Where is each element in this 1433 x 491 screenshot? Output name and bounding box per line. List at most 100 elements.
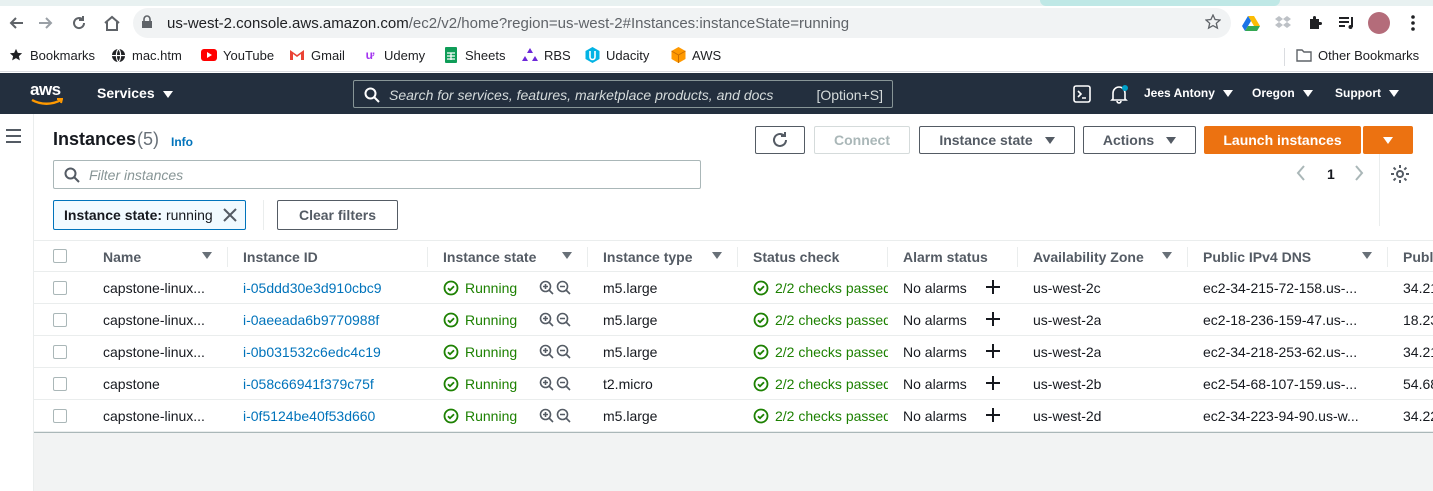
- cell-instance-id-link[interactable]: i-0aeeada6b9770988f: [243, 312, 418, 328]
- cell-instance-id-link[interactable]: i-058c66941f379c75f: [243, 376, 418, 392]
- column-header-instance-state[interactable]: Instance state: [443, 249, 536, 265]
- menu-kebab-icon[interactable]: [1403, 13, 1423, 33]
- select-all-checkbox[interactable]: [53, 249, 67, 263]
- home-icon[interactable]: [100, 11, 124, 35]
- udemy-icon: ư: [365, 48, 375, 62]
- current-page[interactable]: 1: [1327, 166, 1335, 182]
- row-checkbox[interactable]: [53, 377, 67, 391]
- bookmark-sheets[interactable]: Sheets: [443, 47, 505, 63]
- bookmarks-bar: Bookmarks mac.htm YouTube Gmail ư Udemy …: [0, 40, 1433, 72]
- bookmark-udemy[interactable]: ư Udemy: [362, 47, 426, 63]
- instance-state-dropdown[interactable]: Instance state: [919, 126, 1075, 154]
- support-menu[interactable]: Support: [1335, 86, 1399, 100]
- bookmark-bookmarks[interactable]: Bookmarks: [8, 47, 95, 63]
- account-menu[interactable]: Jees Antony: [1144, 86, 1233, 100]
- column-header-name[interactable]: Name: [103, 249, 141, 265]
- row-checkbox[interactable]: [53, 281, 67, 295]
- sort-icon[interactable]: [712, 252, 722, 259]
- cell-public-dns: ec2-54-68-107-159.us-...: [1203, 376, 1358, 392]
- sort-icon[interactable]: [1162, 252, 1172, 259]
- chevron-down-icon: [1166, 136, 1177, 144]
- cell-instance-id-link[interactable]: i-0b031532c6edc4c19: [243, 344, 418, 360]
- column-header-instance-type[interactable]: Instance type: [603, 249, 692, 265]
- launch-instances-button[interactable]: Launch instances: [1204, 126, 1361, 154]
- table-row[interactable]: capstone-linux... i-0f5124be40f53d660 Runn…: [34, 400, 1433, 432]
- cell-instance-id-link[interactable]: i-0f5124be40f53d660: [243, 408, 418, 424]
- column-header-alarm-status[interactable]: Alarm status: [903, 249, 988, 265]
- hamburger-menu-icon[interactable]: [6, 129, 21, 147]
- preferences-gear-icon[interactable]: [1390, 164, 1410, 187]
- bookmark-aws[interactable]: AWS: [670, 47, 721, 63]
- aws-logo[interactable]: aws: [30, 80, 64, 108]
- cell-name: capstone-linux...: [103, 408, 205, 424]
- page-title: Instances: [53, 129, 137, 149]
- forward-icon[interactable]: [34, 11, 58, 35]
- column-header-availability-zone[interactable]: Availability Zone: [1033, 249, 1144, 265]
- bookmark-mac-htm[interactable]: mac.htm: [110, 47, 182, 63]
- refresh-button[interactable]: [755, 126, 805, 154]
- info-link[interactable]: Info: [171, 135, 193, 149]
- search-icon: [364, 87, 380, 106]
- clear-filters-button[interactable]: Clear filters: [277, 200, 398, 230]
- connect-button[interactable]: Connect: [814, 126, 910, 154]
- bookmark-star-icon[interactable]: [1204, 13, 1222, 33]
- zoom-in-out-icon[interactable]: [539, 408, 573, 427]
- column-header-public-ip[interactable]: Publ: [1403, 249, 1433, 265]
- row-checkbox[interactable]: [53, 409, 67, 423]
- profile-avatar[interactable]: [1368, 12, 1390, 34]
- row-checkbox[interactable]: [53, 313, 67, 327]
- zoom-in-out-icon[interactable]: [539, 344, 573, 363]
- bookmark-rbs[interactable]: RBS: [522, 47, 571, 63]
- table-row[interactable]: capstone-linux... i-0aeeada6b9770988f Runn…: [34, 304, 1433, 336]
- region-menu[interactable]: Oregon: [1252, 86, 1313, 100]
- add-alarm-plus-icon[interactable]: [985, 407, 1001, 426]
- zoom-in-out-icon[interactable]: [539, 312, 573, 331]
- reload-icon[interactable]: [67, 11, 91, 35]
- table-row[interactable]: capstone-linux... i-0b031532c6edc4c19 Runn…: [34, 336, 1433, 368]
- prev-page-icon[interactable]: [1296, 165, 1306, 184]
- back-icon[interactable]: [4, 11, 28, 35]
- reading-list-icon[interactable]: [1337, 13, 1357, 33]
- add-alarm-plus-icon[interactable]: [985, 343, 1001, 362]
- launch-options-dropdown[interactable]: [1363, 126, 1413, 154]
- aws-top-nav: aws Services Search for services, featur…: [0, 73, 1433, 114]
- column-header-public-dns[interactable]: Public IPv4 DNS: [1203, 249, 1311, 265]
- chevron-down-icon: [1222, 90, 1233, 98]
- dropbox-icon[interactable]: [1273, 13, 1293, 33]
- services-menu[interactable]: Services: [97, 85, 173, 101]
- column-header-instance-id[interactable]: Instance ID: [243, 249, 318, 265]
- cell-instance-id-link[interactable]: i-05ddd30e3d910cbc9: [243, 280, 418, 296]
- row-checkbox[interactable]: [53, 345, 67, 359]
- bookmark-other[interactable]: Other Bookmarks: [1296, 47, 1419, 63]
- address-bar[interactable]: us-west-2.console.aws.amazon.com/ec2/v2/…: [133, 8, 1231, 38]
- next-page-icon[interactable]: [1354, 165, 1364, 184]
- chevron-down-icon: [1389, 90, 1399, 98]
- google-drive-icon[interactable]: [1241, 13, 1261, 33]
- actions-dropdown[interactable]: Actions: [1083, 126, 1196, 154]
- extensions-puzzle-icon[interactable]: [1305, 13, 1325, 33]
- chevron-down-icon: [1044, 136, 1055, 144]
- sort-icon[interactable]: [1362, 252, 1372, 259]
- aws-search-input[interactable]: Search for services, features, marketpla…: [353, 80, 893, 108]
- add-alarm-plus-icon[interactable]: [985, 279, 1001, 298]
- table-row[interactable]: capstone-linux... i-05ddd30e3d910cbc9 Runn…: [34, 272, 1433, 304]
- sort-icon[interactable]: [562, 252, 572, 259]
- success-check-icon: [753, 344, 769, 363]
- table-row[interactable]: capstone i-058c66941f379c75f Running t2.mic…: [34, 368, 1433, 400]
- cell-status-check: 2/2 checks passed: [753, 312, 888, 331]
- zoom-in-out-icon[interactable]: [539, 280, 573, 299]
- column-header-status-check[interactable]: Status check: [753, 249, 839, 265]
- bookmark-udacity[interactable]: Udacity: [584, 47, 649, 63]
- bookmark-youtube[interactable]: YouTube: [201, 47, 274, 63]
- filter-instances-input[interactable]: Filter instances: [53, 160, 701, 189]
- cloudshell-icon[interactable]: [1073, 85, 1091, 106]
- bookmark-gmail[interactable]: Gmail: [289, 47, 345, 63]
- remove-filter-close-icon[interactable]: [222, 207, 238, 226]
- add-alarm-plus-icon[interactable]: [985, 375, 1001, 394]
- zoom-in-out-icon[interactable]: [539, 376, 573, 395]
- add-alarm-plus-icon[interactable]: [985, 311, 1001, 330]
- cell-instance-state: Running: [443, 280, 517, 299]
- sort-icon[interactable]: [202, 252, 212, 259]
- notifications-bell-icon[interactable]: [1109, 84, 1129, 107]
- cell-name: capstone-linux...: [103, 312, 205, 328]
